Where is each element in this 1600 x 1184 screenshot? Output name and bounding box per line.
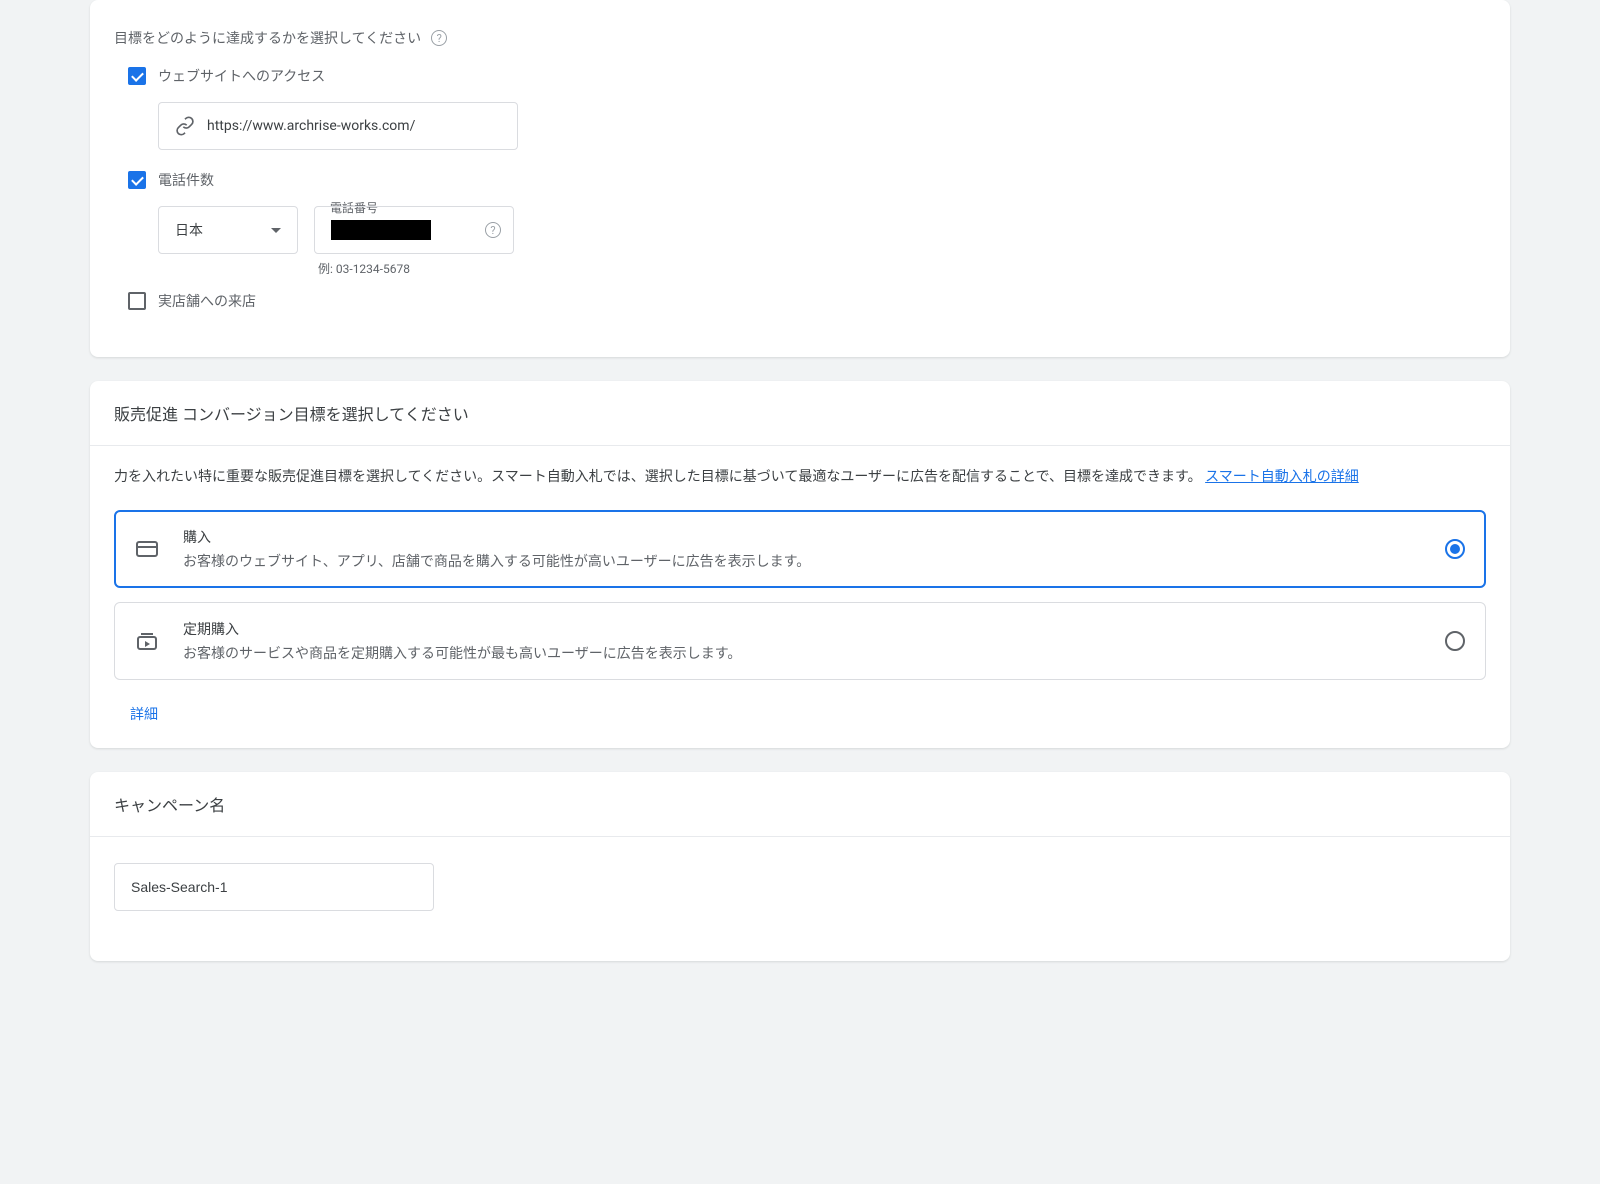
goal-option-title: 定期購入 bbox=[183, 619, 1421, 639]
campaign-name-card: キャンペーン名 bbox=[90, 772, 1510, 961]
phone-calls-row: 電話件数 bbox=[128, 170, 1486, 190]
phone-calls-label: 電話件数 bbox=[158, 170, 214, 190]
goal-methods-title: 目標をどのように達成するかを選択してください bbox=[114, 28, 421, 48]
goal-methods-card: 目標をどのように達成するかを選択してください ? ウェブサイトへのアクセス ht… bbox=[90, 0, 1510, 357]
phone-number-input[interactable]: ? bbox=[314, 206, 514, 254]
chevron-down-icon bbox=[271, 228, 281, 233]
link-icon bbox=[175, 116, 195, 136]
credit-card-icon bbox=[135, 537, 159, 561]
goal-option-desc: お客様のウェブサイト、アプリ、店舗で商品を購入する可能性が高いユーザーに広告を表… bbox=[183, 551, 1421, 571]
website-url-input[interactable]: https://www.archrise-works.com/ bbox=[158, 102, 518, 150]
website-access-label: ウェブサイトへのアクセス bbox=[158, 66, 325, 86]
help-icon[interactable]: ? bbox=[431, 30, 447, 46]
details-link[interactable]: 詳細 bbox=[130, 704, 158, 724]
goal-methods-title-row: 目標をどのように達成するかを選択してください ? bbox=[114, 28, 1486, 48]
help-icon[interactable]: ? bbox=[485, 222, 501, 238]
smart-bidding-link[interactable]: スマート自動入札の詳細 bbox=[1205, 469, 1359, 485]
store-visits-checkbox[interactable] bbox=[128, 292, 146, 310]
phone-redacted-value bbox=[331, 220, 431, 240]
country-select-value: 日本 bbox=[175, 220, 203, 240]
country-select[interactable]: 日本 bbox=[158, 206, 298, 254]
phone-field-wrap: 電話番号 ? 例: 03-1234-5678 bbox=[314, 206, 514, 277]
goal-option-radio[interactable] bbox=[1445, 631, 1465, 651]
store-visits-label: 実店舗への来店 bbox=[158, 291, 256, 311]
store-visits-row: 実店舗への来店 bbox=[128, 291, 1486, 311]
campaign-name-input[interactable] bbox=[114, 863, 434, 911]
conversion-goals-card: 販売促進 コンバージョン目標を選択してください 力を入れたい特に重要な販売促進目… bbox=[90, 381, 1510, 748]
goal-option-text: 定期購入 お客様のサービスや商品を定期購入する可能性が最も高いユーザーに広告を表… bbox=[183, 619, 1421, 663]
goal-option-subscription[interactable]: 定期購入 お客様のサービスや商品を定期購入する可能性が最も高いユーザーに広告を表… bbox=[114, 602, 1486, 680]
phone-calls-checkbox[interactable] bbox=[128, 171, 146, 189]
campaign-card-header: キャンペーン名 bbox=[90, 772, 1510, 837]
conversion-description-text: 力を入れたい特に重要な販売促進目標を選択してください。スマート自動入札では、選択… bbox=[114, 469, 1205, 485]
goal-option-purchase[interactable]: 購入 お客様のウェブサイト、アプリ、店舗で商品を購入する可能性が高いユーザーに広… bbox=[114, 510, 1486, 588]
goal-option-text: 購入 お客様のウェブサイト、アプリ、店舗で商品を購入する可能性が高いユーザーに広… bbox=[183, 527, 1421, 571]
goal-option-title: 購入 bbox=[183, 527, 1421, 547]
conversion-card-header: 販売促進 コンバージョン目標を選択してください bbox=[90, 381, 1510, 446]
goal-option-desc: お客様のサービスや商品を定期購入する可能性が最も高いユーザーに広告を表示します。 bbox=[183, 643, 1421, 663]
subscription-icon bbox=[135, 629, 159, 653]
goal-option-radio[interactable] bbox=[1445, 539, 1465, 559]
website-url-value: https://www.archrise-works.com/ bbox=[207, 118, 415, 134]
phone-example-text: 例: 03-1234-5678 bbox=[318, 260, 514, 277]
website-access-checkbox[interactable] bbox=[128, 67, 146, 85]
conversion-description: 力を入れたい特に重要な販売促進目標を選択してください。スマート自動入札では、選択… bbox=[114, 466, 1486, 490]
website-access-row: ウェブサイトへのアクセス bbox=[128, 66, 1486, 86]
